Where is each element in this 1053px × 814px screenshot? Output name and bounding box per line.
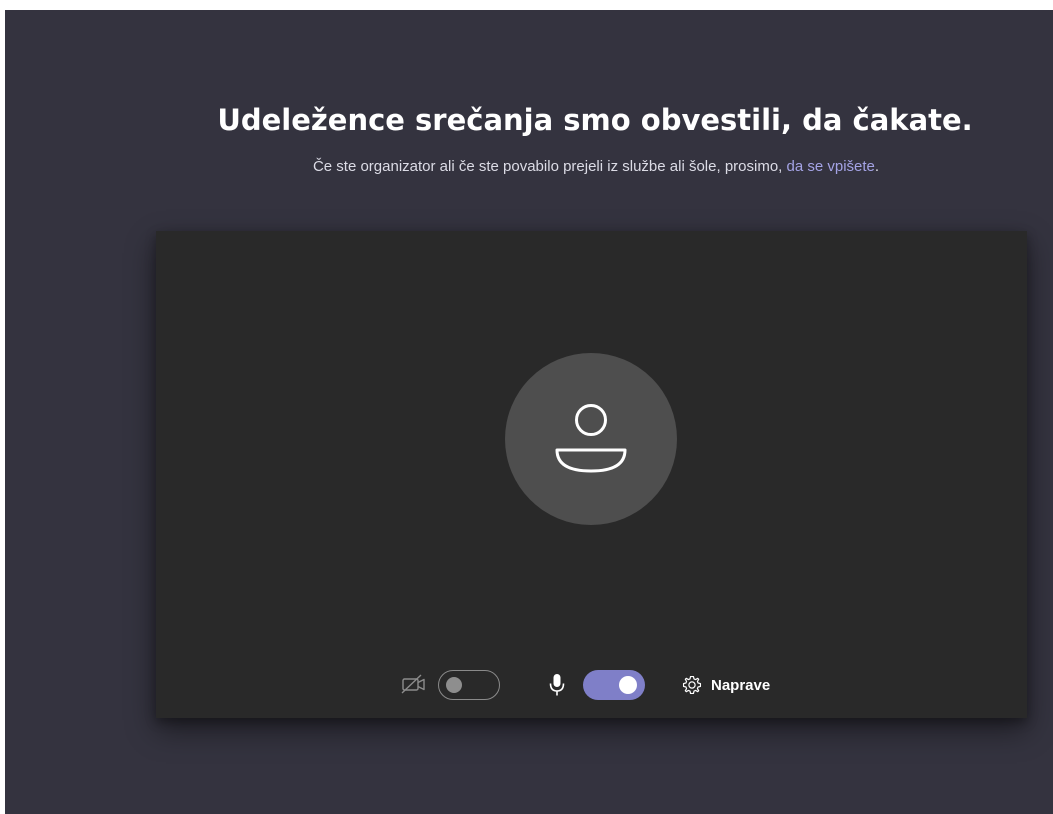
video-preview: Naprave (156, 231, 1027, 718)
signin-link[interactable]: da se vpišete (787, 158, 875, 175)
gear-icon (682, 675, 702, 695)
camera-toggle[interactable] (438, 670, 500, 700)
subtitle-end: . (874, 158, 880, 175)
devices-button[interactable]: Naprave (681, 672, 770, 698)
meeting-lobby: Udeležence srečanja smo obvestili, da ča… (5, 10, 1053, 814)
microphone-icon (549, 674, 565, 696)
subtitle-text: Če ste organizator ali če ste povabilo p… (312, 158, 787, 175)
devices-label: Naprave (711, 676, 771, 694)
preview-controls: Naprave (156, 231, 1027, 718)
camera-toggle-knob (446, 677, 462, 693)
microphone-toggle[interactable] (583, 670, 645, 700)
lobby-title: Udeležence srečanja smo obvestili, da ča… (217, 103, 973, 137)
microphone-toggle-knob (619, 676, 637, 694)
lobby-subtitle: Če ste organizator ali če ste povabilo p… (188, 158, 1004, 175)
camera-off-icon (401, 674, 425, 694)
